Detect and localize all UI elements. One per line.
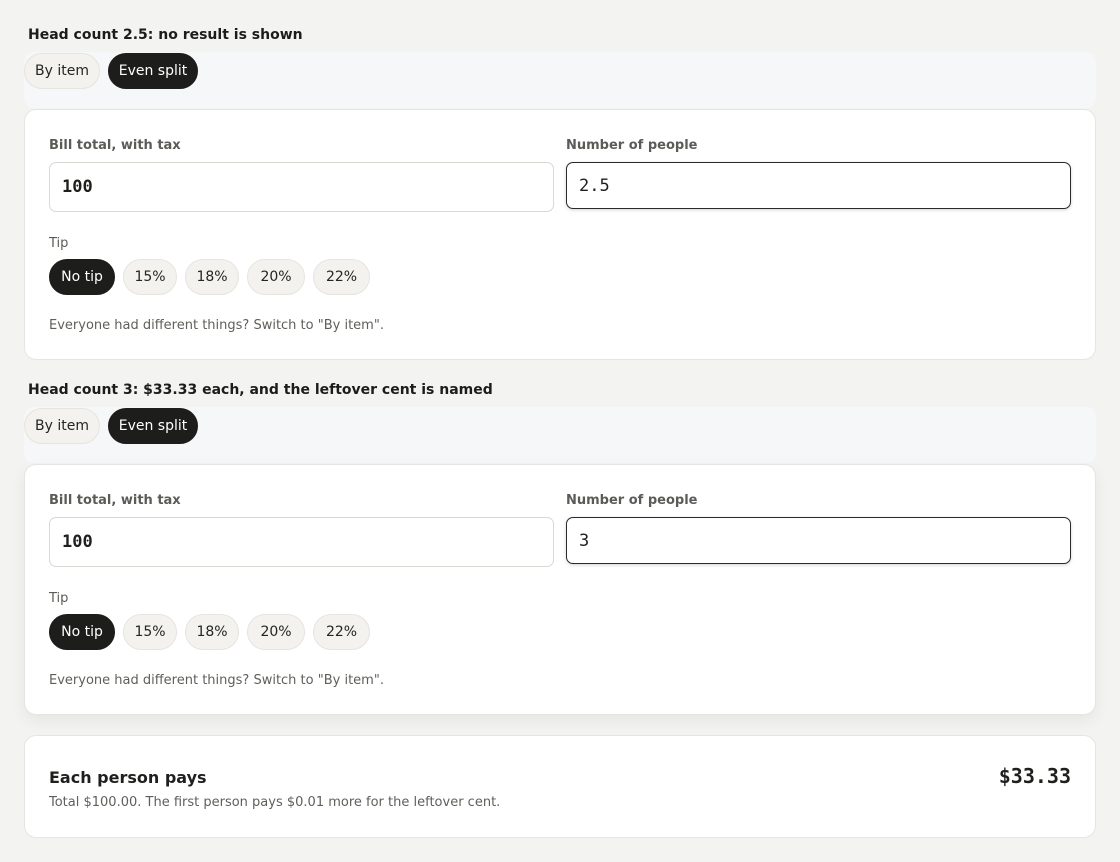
even-split-card: Bill total, with tax 100 Number of peopl… <box>24 109 1096 360</box>
bill-total-label: Bill total, with tax <box>49 493 181 508</box>
even-split-card: Bill total, with tax 100 Number of peopl… <box>24 464 1096 715</box>
result-label: Each person pays <box>49 768 207 787</box>
result-note: Total $100.00. The first person pays $0.… <box>49 795 501 810</box>
tip-option-20[interactable]: 20% <box>247 614 305 650</box>
tip-option-18[interactable]: 18% <box>185 614 239 650</box>
people-count-label: Number of people <box>566 138 698 153</box>
tip-options: No tip 15% 18% 20% 22% <box>49 259 449 295</box>
tip-option-22[interactable]: 22% <box>313 259 370 295</box>
mode-by-item-button[interactable]: By item <box>24 408 100 444</box>
tip-option-none[interactable]: No tip <box>49 614 115 650</box>
mode-by-item-button[interactable]: By item <box>24 53 100 89</box>
tip-label: Tip <box>49 236 69 251</box>
per-person-amount: $33.33 <box>998 764 1071 788</box>
people-count-label: Number of people <box>566 493 698 508</box>
tip-option-none[interactable]: No tip <box>49 259 115 295</box>
tip-option-20[interactable]: 20% <box>247 259 305 295</box>
scenario-title: Head count 3: $33.33 each, and the lefto… <box>28 382 493 398</box>
tip-option-18[interactable]: 18% <box>185 259 239 295</box>
result-card: Each person pays Total $100.00. The firs… <box>24 735 1096 838</box>
switch-hint: Everyone had different things? Switch to… <box>49 673 384 688</box>
mode-toggle: By item Even split <box>24 52 1096 108</box>
mode-even-split-button[interactable]: Even split <box>108 53 198 89</box>
mode-toggle: By item Even split <box>24 407 1096 463</box>
bill-total-label: Bill total, with tax <box>49 138 181 153</box>
tip-option-15[interactable]: 15% <box>123 614 177 650</box>
switch-hint: Everyone had different things? Switch to… <box>49 318 384 333</box>
bill-total-input[interactable]: 100 <box>49 517 554 567</box>
scenario-title: Head count 2.5: no result is shown <box>28 27 303 43</box>
tip-option-15[interactable]: 15% <box>123 259 177 295</box>
bill-total-input[interactable]: 100 <box>49 162 554 212</box>
tip-options: No tip 15% 18% 20% 22% <box>49 614 449 650</box>
mode-even-split-button[interactable]: Even split <box>108 408 198 444</box>
people-count-input[interactable]: 3 <box>566 517 1071 564</box>
tip-label: Tip <box>49 591 69 606</box>
tip-option-22[interactable]: 22% <box>313 614 370 650</box>
people-count-input[interactable]: 2.5 <box>566 162 1071 209</box>
